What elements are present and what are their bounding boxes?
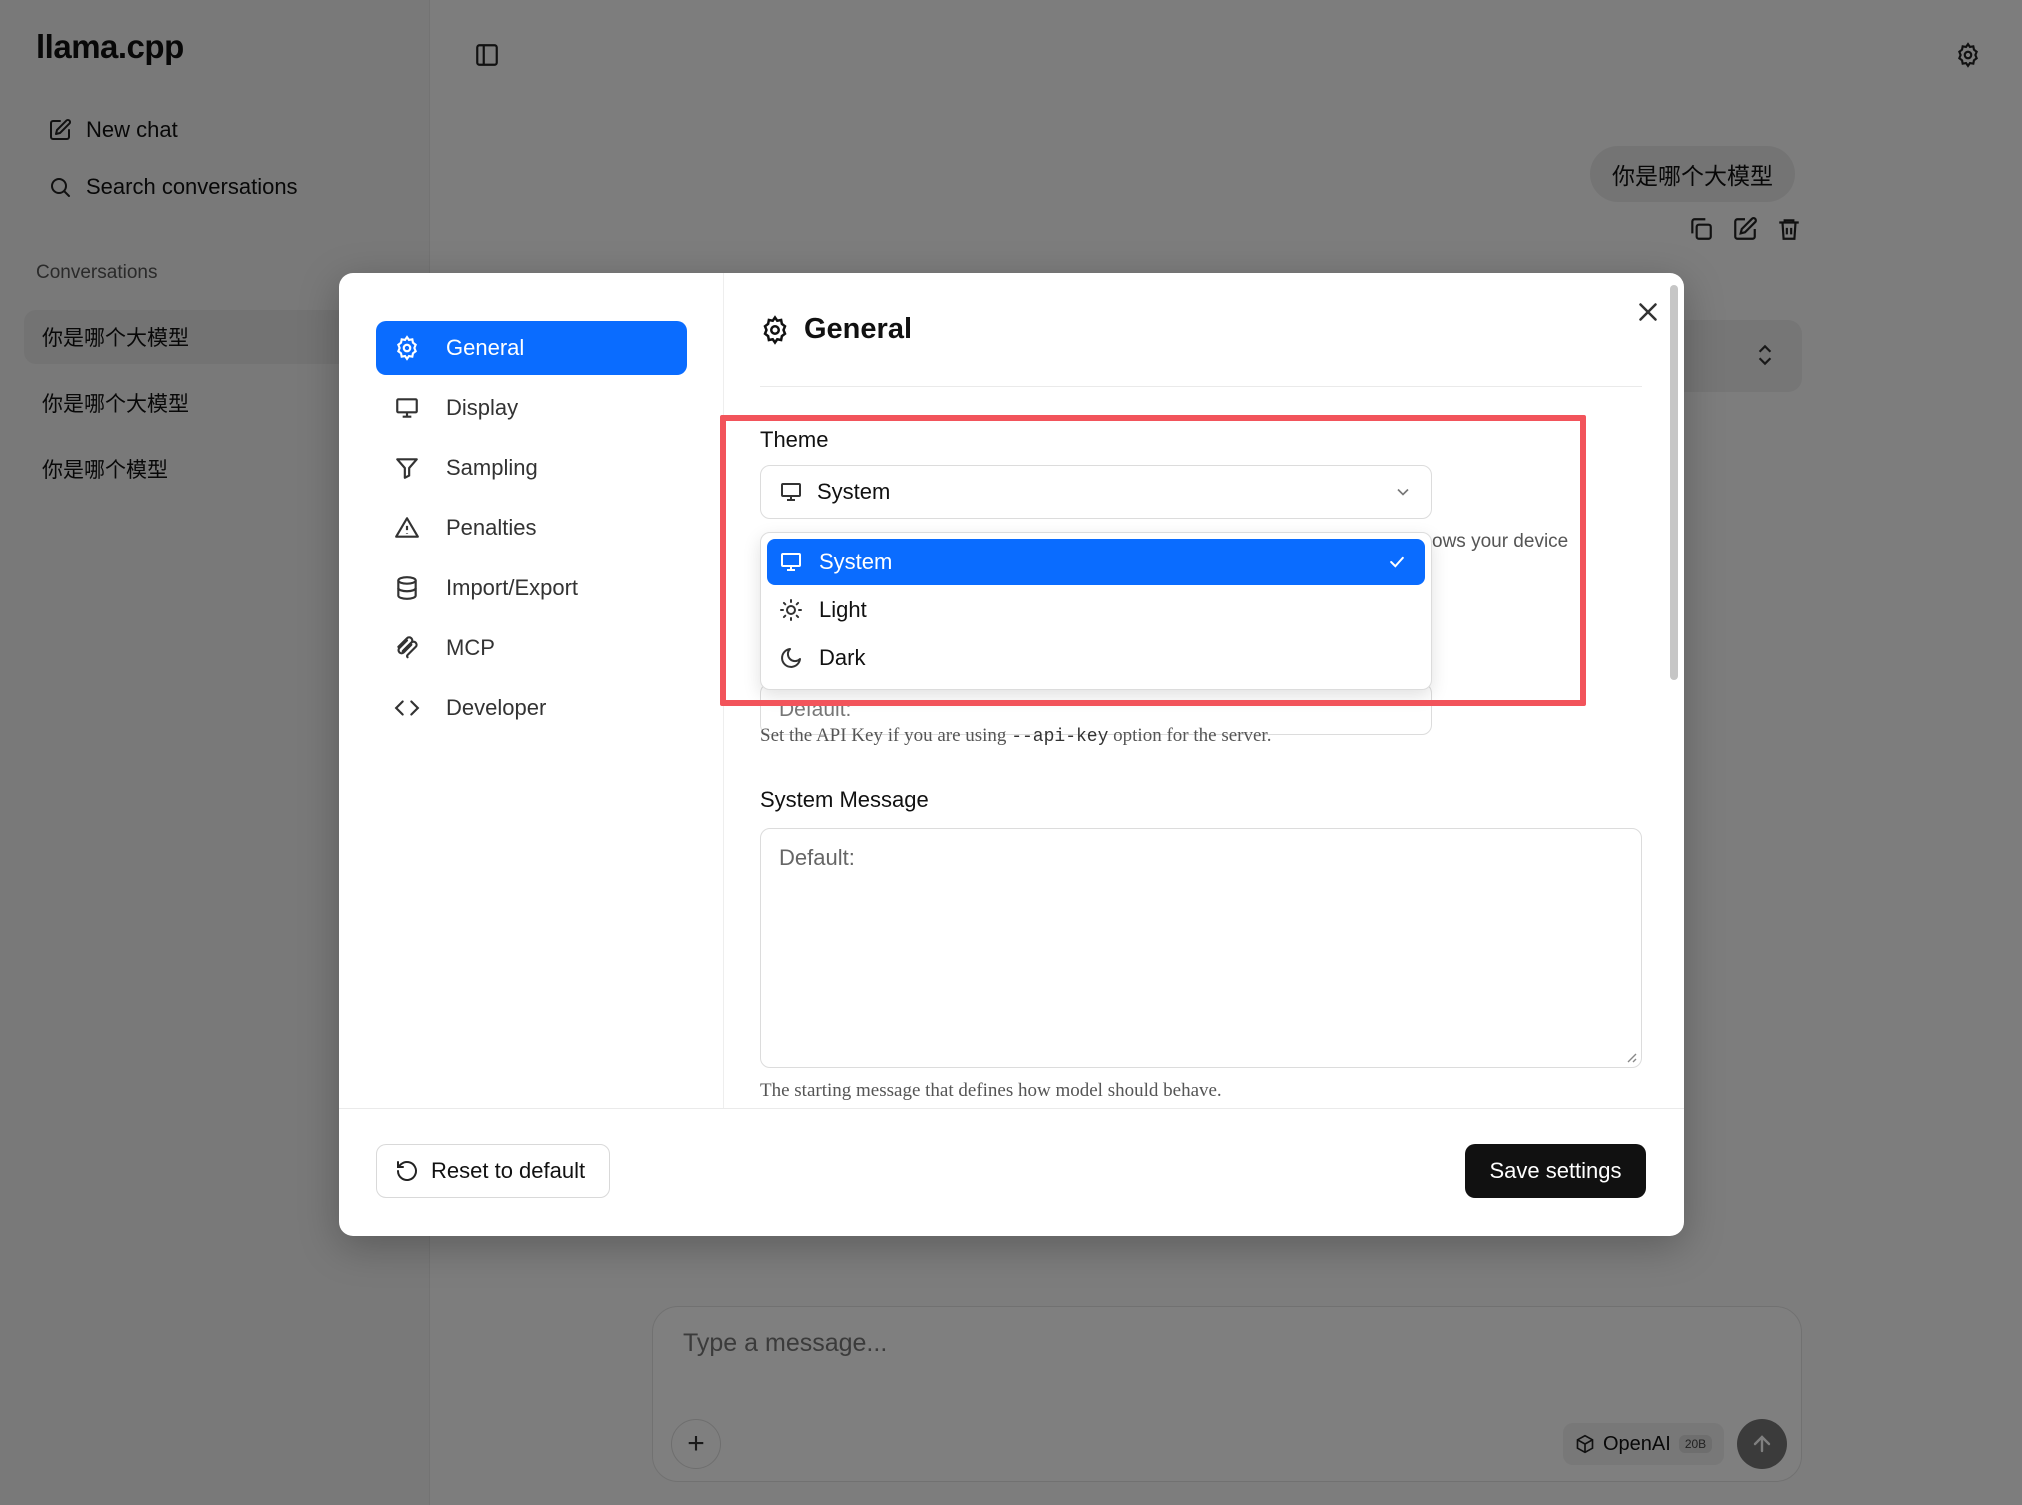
reset-label: Reset to default	[431, 1158, 586, 1183]
gear-icon	[763, 314, 787, 345]
monitor-icon	[396, 398, 418, 418]
nav-item-mcp[interactable]: MCP	[376, 621, 687, 675]
scrollbar-thumb[interactable]	[1670, 285, 1678, 680]
nav-label: General	[446, 335, 525, 360]
nav-item-display[interactable]: Display	[376, 381, 687, 435]
filter-icon	[396, 458, 418, 479]
rotate-ccw-icon	[397, 1161, 417, 1181]
annotation-highlight-box	[720, 415, 1586, 706]
save-settings-button[interactable]: Save settings	[1465, 1144, 1646, 1198]
nav-label: Import/Export	[446, 575, 579, 600]
section-title-text: General	[804, 313, 912, 345]
nav-item-developer[interactable]: Developer	[376, 681, 687, 735]
nav-item-sampling[interactable]: Sampling	[376, 441, 687, 495]
divider	[760, 386, 1642, 387]
nav-label: Penalties	[446, 515, 537, 540]
database-icon	[397, 576, 417, 600]
system-message-help: The starting message that defines how mo…	[760, 1080, 1222, 1101]
warning-icon	[395, 517, 419, 538]
api-key-help-pre: Set the API Key if you are using	[760, 725, 1012, 746]
settings-nav: General Display Sampling Penalties Impor…	[339, 273, 724, 1108]
nav-label: Developer	[446, 695, 547, 720]
footer-divider	[339, 1108, 1684, 1109]
gear-icon	[397, 335, 417, 361]
nav-item-general[interactable]: General	[376, 321, 687, 375]
api-key-help-code: --api-key	[1011, 727, 1109, 747]
nav-label: MCP	[446, 635, 495, 660]
code-icon	[394, 700, 420, 716]
nav-label: Sampling	[446, 455, 538, 480]
system-message-placeholder: Default:	[779, 845, 855, 870]
nav-label: Display	[446, 395, 519, 420]
mcp-icon	[397, 636, 418, 659]
system-message-label: System Message	[760, 787, 929, 812]
system-message-textarea[interactable]: Default:	[760, 828, 1642, 1068]
section-title: General	[760, 313, 912, 346]
nav-item-import-export[interactable]: Import/Export	[376, 561, 687, 615]
api-key-help-post: option for the server.	[1108, 725, 1272, 746]
api-key-help: Set the API Key if you are using --api-k…	[760, 725, 1271, 747]
close-icon[interactable]	[1633, 297, 1663, 327]
nav-item-penalties[interactable]: Penalties	[376, 501, 687, 555]
resize-handle-icon[interactable]	[1623, 1049, 1637, 1063]
reset-to-default-button[interactable]: Reset to default	[376, 1144, 610, 1198]
